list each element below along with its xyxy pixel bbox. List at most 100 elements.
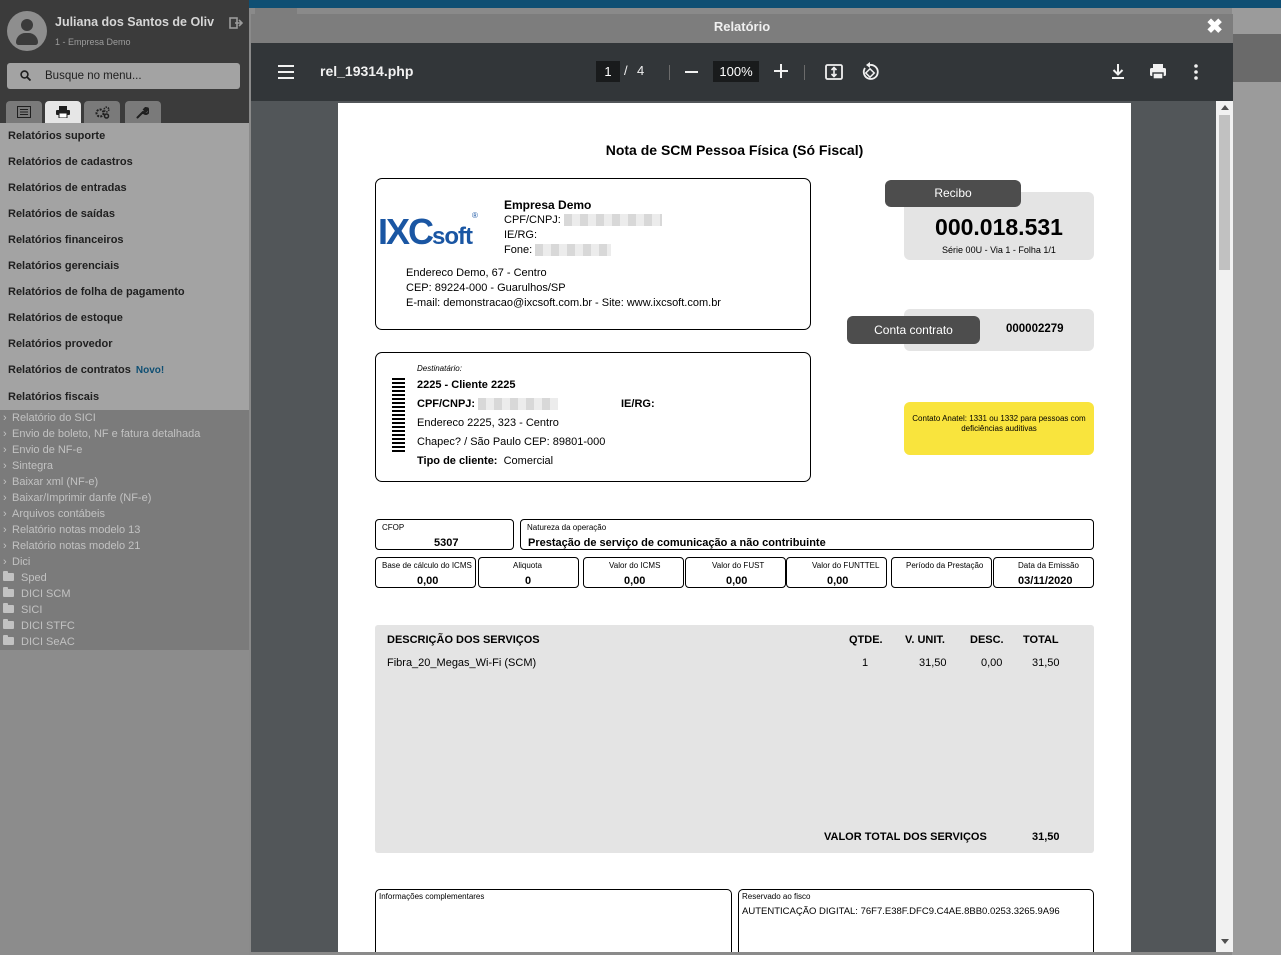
search-icon	[20, 70, 31, 81]
tab-print[interactable]	[45, 101, 81, 123]
new-badge: Novo!	[135, 365, 165, 376]
tax-label: Aliquota	[513, 561, 542, 570]
contract-tag: Conta contrato	[847, 316, 980, 344]
page-total: 4	[637, 63, 645, 78]
submenu-item[interactable]: › Baixar xml (NF-e)	[3, 476, 98, 488]
zoom-input[interactable]: 100%	[713, 61, 759, 82]
more-options-icon[interactable]	[1192, 62, 1200, 82]
submenu-item[interactable]: › Relatório notas modelo 13	[3, 524, 140, 536]
redacted-field	[535, 244, 612, 257]
tax-label: Base de cálculo do ICMS	[382, 561, 472, 570]
menu-relatorios-cadastros[interactable]: Relatórios de cadastros	[8, 156, 133, 168]
folder-item[interactable]: SICI	[3, 603, 43, 616]
submenu-item[interactable]: › Arquivos contábeis	[3, 508, 105, 520]
folder-item[interactable]: DICI SeAC	[3, 635, 75, 648]
scrollbar-thumb[interactable]	[1219, 115, 1230, 270]
sidebar: Juliana dos Santos de Oliv 1 - Empresa D…	[0, 0, 249, 955]
service-unit: 31,50	[919, 657, 947, 669]
cfop-field: CFOP 5307	[375, 519, 514, 550]
submenu-label: Envio de boleto, NF e fatura detalhada	[12, 428, 201, 440]
report-modal: Relatório ✖ rel_19314.php 1 / 4 100% Not…	[251, 8, 1233, 952]
zoom-in-icon[interactable]	[774, 64, 788, 78]
modal-title-bar: Relatório ✖	[251, 14, 1233, 43]
receipt-number: 000.018.531	[935, 214, 1063, 240]
menu-relatorios-folha[interactable]: Relatórios de folha de pagamento	[8, 286, 185, 298]
receipt-series: Série 00U - Via 1 - Folha 1/1	[942, 245, 1056, 255]
scroll-down-icon[interactable]	[1221, 939, 1229, 944]
hamburger-menu-icon[interactable]	[278, 65, 294, 79]
menu-relatorios-financeiros[interactable]: Relatórios financeiros	[8, 234, 124, 246]
tax-label: Data da Emissão	[1018, 561, 1079, 570]
document-title: Nota de SCM Pessoa Física (Só Fiscal)	[605, 142, 864, 158]
submenu-item[interactable]: › Relatório do SICI	[3, 412, 96, 424]
logout-icon[interactable]	[229, 16, 243, 30]
cfop-value: 5307	[434, 537, 459, 549]
menu-relatorios-suporte[interactable]: Relatórios suporte	[8, 130, 105, 142]
menu-relatorios-gerenciais[interactable]: Relatórios gerenciais	[8, 260, 119, 272]
redacted-field	[478, 398, 559, 411]
menu-relatorios-estoque[interactable]: Relatórios de estoque	[8, 312, 123, 324]
tax-label: Valor do FUST	[712, 561, 765, 570]
menu-relatorios-contratos[interactable]: Relatórios de contratos Novo!	[8, 364, 164, 376]
submenu-label: Relatório notas modelo 13	[12, 524, 141, 536]
tab-tools[interactable]	[125, 101, 161, 123]
folder-label: SICI	[21, 604, 43, 616]
wrench-icon	[136, 106, 149, 119]
folder-icon	[3, 587, 14, 597]
modal-title: Relatório	[713, 19, 771, 34]
submenu-label: Envio de NF-e	[12, 444, 83, 456]
submenu-item[interactable]: › Envio de NF-e	[3, 444, 82, 456]
company-name: 1 - Empresa Demo	[55, 37, 131, 47]
redacted-field	[563, 214, 662, 227]
user-name: Juliana dos Santos de Oliv	[55, 15, 215, 29]
menu-relatorios-provedor[interactable]: Relatórios provedor	[8, 338, 113, 350]
scroll-up-icon[interactable]	[1221, 105, 1229, 110]
emitter-cep: CEP: 89224-000 - Guarulhos/SP	[406, 282, 566, 294]
zoom-out-icon[interactable]	[685, 71, 698, 73]
folder-item[interactable]: Sped	[3, 571, 47, 584]
menu-relatorios-entradas[interactable]: Relatórios de entradas	[8, 182, 127, 194]
fit-page-icon[interactable]	[824, 62, 844, 82]
folder-icon	[3, 571, 14, 581]
tab-list[interactable]	[6, 101, 42, 123]
recipient-city: Chapec? / São Paulo CEP: 89801-000	[417, 436, 606, 448]
scrollbar[interactable]	[1216, 101, 1233, 952]
services-total-label: VALOR TOTAL DOS SERVIÇOS	[824, 831, 987, 843]
tax-field-funttel: Valor do FUNTTEL 0,00	[786, 557, 887, 588]
toolbar-divider	[804, 65, 805, 80]
menu-relatorios-fiscais[interactable]: Relatórios fiscais	[8, 391, 99, 403]
submenu-item[interactable]: › Relatório notas modelo 21	[3, 540, 140, 552]
close-icon[interactable]: ✖	[1206, 17, 1223, 37]
recipient-label: Destinatário:	[417, 364, 462, 373]
recipient-ie: IE/RG:	[621, 398, 655, 410]
submenu-item[interactable]: › Sintegra	[3, 460, 53, 472]
download-icon[interactable]	[1109, 62, 1127, 82]
contract-number: 000002279	[1006, 323, 1064, 335]
submenu-label: Relatório do SICI	[12, 412, 96, 424]
menu-relatorios-saidas[interactable]: Relatórios de saídas	[8, 208, 115, 220]
tax-field-emissao: Data da Emissão 03/11/2020	[993, 557, 1094, 588]
submenu-item[interactable]: › Dici	[3, 556, 30, 568]
tax-value: 0,00	[417, 575, 439, 587]
fiscal-submenu: › Relatório do SICI › Envio de boleto, NF …	[0, 410, 249, 650]
submenu-item[interactable]: › Baixar/Imprimir danfe (NF-e)	[3, 492, 151, 504]
ixcsoft-logo: IXCsoft®	[378, 211, 478, 252]
page-number-input[interactable]: 1	[596, 61, 620, 82]
services-total-value: 31,50	[1032, 831, 1060, 843]
tab-settings[interactable]	[84, 101, 120, 123]
tax-field-aliquota: Aliquota 0	[478, 557, 579, 588]
print-icon[interactable]	[1148, 62, 1168, 82]
submenu-item[interactable]: › Envio de boleto, NF e fatura detalhada	[3, 428, 200, 440]
services-table: DESCRIÇÃO DOS SERVIÇOS QTDE. V. UNIT. DE…	[375, 625, 1094, 853]
app-top-bar	[249, 0, 1281, 8]
submenu-label: Baixar/Imprimir danfe (NF-e)	[12, 492, 152, 504]
tax-value: 0,00	[624, 575, 646, 587]
recipient-type: Tipo de cliente: Comercial	[417, 455, 554, 467]
folder-item[interactable]: DICI SCM	[3, 587, 71, 600]
rotate-icon[interactable]	[860, 62, 880, 82]
folder-item[interactable]: DICI STFC	[3, 619, 75, 632]
menu-search-input[interactable]: Busque no menu...	[7, 63, 240, 89]
avatar[interactable]	[7, 11, 47, 51]
emitter-address: Endereco Demo, 67 - Centro	[406, 267, 547, 279]
toolbar-divider	[669, 65, 670, 80]
